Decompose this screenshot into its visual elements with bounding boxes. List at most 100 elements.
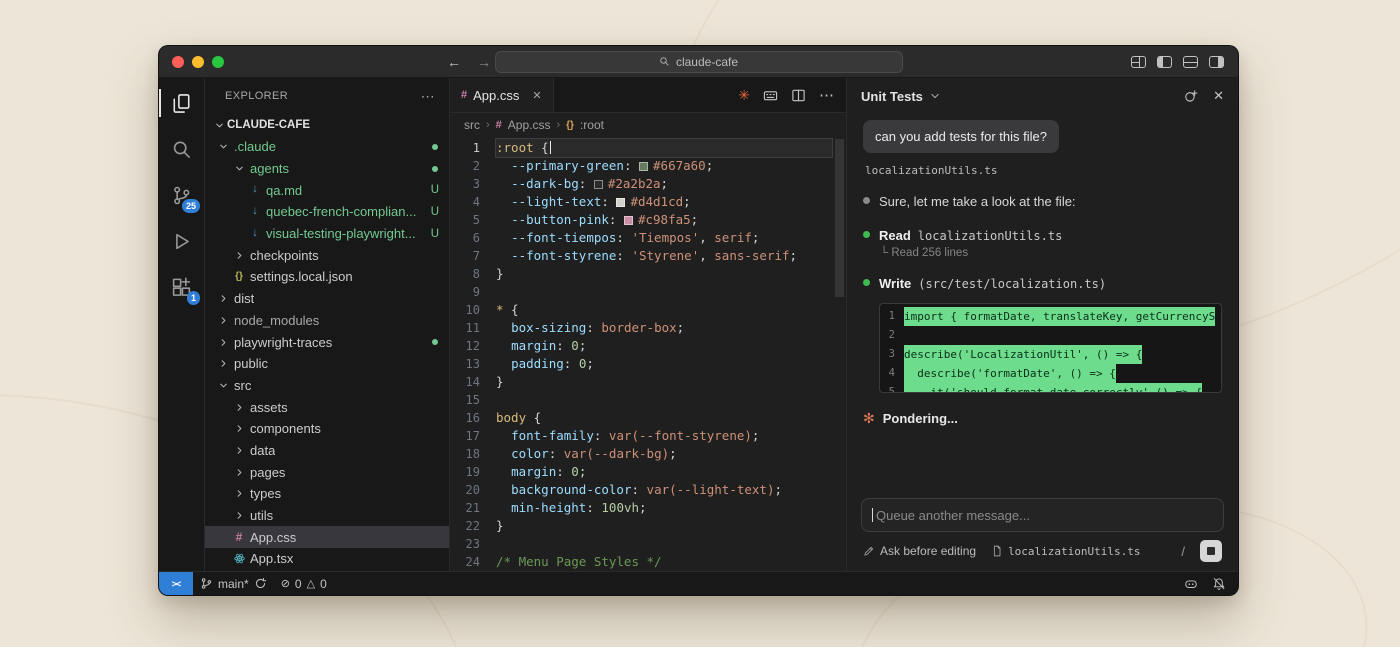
tree-item-utils[interactable]: utils [205,505,449,527]
toggle-panel-icon[interactable] [1183,56,1198,68]
code-line[interactable]: 14} [450,373,846,391]
command-center-search[interactable]: claude-cafe [495,51,903,73]
code-line[interactable]: 10* { [450,301,846,319]
color-swatch[interactable] [639,162,648,171]
code-line[interactable]: 3 --dark-bg: #2a2b2a; [450,175,846,193]
tree-item-checkpoints[interactable]: checkpoints [205,244,449,266]
explorer-activity-button[interactable] [159,80,204,126]
code-line[interactable]: 11 box-sizing: border-box; [450,319,846,337]
chat-header-actions: ✕ [1184,88,1224,104]
code-line[interactable]: 2 --primary-green: #667a60; [450,157,846,175]
tool-target: (src/test/localization.ts) [918,277,1106,291]
zoom-window-button[interactable] [212,56,224,68]
source-control-activity-button[interactable]: 25 [159,172,204,218]
stop-button[interactable] [1200,540,1222,562]
code-line[interactable]: 12 margin: 0; [450,337,846,355]
run-debug-activity-button[interactable] [159,218,204,264]
tree-item-node-modules[interactable]: node_modules [205,310,449,332]
color-swatch[interactable] [624,216,633,225]
code-line[interactable]: 1:root { [450,139,846,157]
claude-spark-icon[interactable]: ✳ [738,88,750,102]
minimize-window-button[interactable] [192,56,204,68]
back-icon[interactable]: ← [447,54,461,70]
color-swatch[interactable] [594,180,603,189]
tool-step-read[interactable]: ReadlocalizationUtils.ts [863,227,1222,245]
diff-line-number: 4 [880,364,904,383]
code-line[interactable]: 8} [450,265,846,283]
code-line[interactable]: 21 min-height: 100vh; [450,499,846,517]
tree-item-agents[interactable]: agents [205,158,449,180]
tree-item-claude[interactable]: .claude [205,136,449,158]
success-bullet-icon [863,279,870,286]
code-line[interactable]: 22} [450,517,846,535]
diff-line: 4 describe('formatDate', () => { [880,364,1221,383]
tree-item-app-css[interactable]: #App.css [205,526,449,548]
tree-item-playwright-traces[interactable]: playwright-traces [205,331,449,353]
search-activity-button[interactable] [159,126,204,172]
forward-icon[interactable]: → [477,54,491,70]
tool-label: Write [879,276,911,291]
code-line[interactable]: 16body { [450,409,846,427]
close-panel-icon[interactable]: ✕ [1213,88,1224,104]
code-editor[interactable]: 1:root {2 --primary-green: #667a60;3 --d… [450,137,846,571]
tree-item-pages[interactable]: pages [205,461,449,483]
code-line[interactable]: 4 --light-text: #d4d1cd; [450,193,846,211]
permission-mode-button[interactable]: Ask before editing [863,544,976,558]
color-swatch[interactable] [616,198,625,207]
remote-indicator[interactable]: >< [159,572,193,595]
tree-item-src[interactable]: src [205,375,449,397]
tree-item-qa-md[interactable]: ↓qa.mdU [205,179,449,201]
code-line[interactable]: 13 padding: 0; [450,355,846,373]
tree-item-quebec-french-complian[interactable]: ↓quebec-french-complian...U [205,201,449,223]
breadcrumb-symbol[interactable]: :root [580,118,604,132]
tool-step-write[interactable]: Write (src/test/localization.ts) [863,275,1222,293]
code-line[interactable]: 17 font-family: var(--font-styrene); [450,427,846,445]
tree-item-dist[interactable]: dist [205,288,449,310]
code-line[interactable]: 18 color: var(--dark-bg); [450,445,846,463]
message-input[interactable]: Queue another message... [861,498,1224,532]
copilot-icon[interactable] [1184,577,1198,591]
code-line[interactable]: 6 --font-tiempos: 'Tiempos', serif; [450,229,846,247]
code-line[interactable]: 5 --button-pink: #c98fa5; [450,211,846,229]
chevron-right-icon [215,358,231,369]
tree-item-settings-local-json[interactable]: {}settings.local.json [205,266,449,288]
code-line[interactable]: 15 [450,391,846,409]
tree-item-components[interactable]: components [205,418,449,440]
code-line[interactable]: 19 margin: 0; [450,463,846,481]
tree-item-public[interactable]: public [205,353,449,375]
tree-item-label: App.css [250,530,296,545]
customize-layout-icon[interactable] [1131,56,1146,68]
explorer-more-actions-icon[interactable]: ⋯ [421,88,435,105]
tab-app-css[interactable]: # App.css ✕ [450,78,554,112]
toggle-sidebar-icon[interactable] [1157,56,1172,68]
git-branch-status[interactable]: main* [193,572,274,595]
breadcrumb-folder[interactable]: src [464,118,480,132]
notifications-muted-icon[interactable] [1212,577,1226,591]
close-window-button[interactable] [172,56,184,68]
attached-file-chip[interactable]: localizationUtils.ts [991,545,1140,558]
toggle-secondary-sidebar-icon[interactable] [1209,56,1224,68]
tree-item-app-tsx[interactable]: App.tsx [205,548,449,570]
diff-preview[interactable]: 1import { formatDate, translateKey, getC… [879,303,1222,393]
files-icon [171,93,192,114]
code-line[interactable]: 20 background-color: var(--light-text); [450,481,846,499]
workspace-root-folder[interactable]: CLAUDE-CAFE [205,114,449,136]
more-actions-icon[interactable]: ⋯ [819,86,834,104]
keyboard-icon[interactable] [763,88,778,103]
session-selector[interactable]: Unit Tests [861,89,940,104]
new-chat-icon[interactable] [1184,89,1198,103]
breadcrumb-file[interactable]: App.css [508,118,551,132]
code-line[interactable]: 9 [450,283,846,301]
tree-item-data[interactable]: data [205,440,449,462]
close-tab-icon[interactable]: ✕ [532,89,541,102]
tree-item-types[interactable]: types [205,483,449,505]
code-line[interactable]: 7 --font-styrene: 'Styrene', sans-serif; [450,247,846,265]
tree-item-assets[interactable]: assets [205,396,449,418]
extensions-activity-button[interactable]: 1 [159,264,204,310]
editor-scrollbar[interactable] [835,139,844,297]
split-editor-icon[interactable] [791,88,806,103]
tree-item-visual-testing-playwright[interactable]: ↓visual-testing-playwright...U [205,223,449,245]
problems-status[interactable]: ⊘ 0 △ 0 [274,572,334,595]
code-line[interactable]: 23 [450,535,846,553]
code-line[interactable]: 24/* Menu Page Styles */ [450,553,846,571]
